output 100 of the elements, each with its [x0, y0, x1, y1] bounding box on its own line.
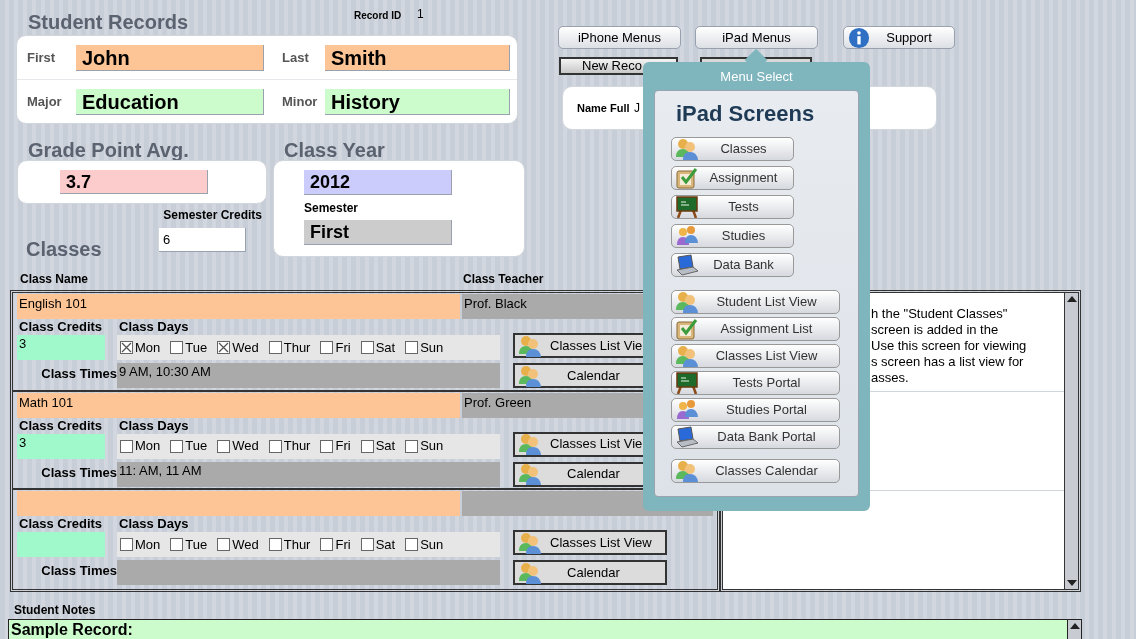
day-checkbox[interactable]: Wed — [217, 436, 259, 456]
field-label: Student Notes — [14, 603, 97, 617]
menu-item[interactable]: Data Bank Portal — [671, 425, 840, 449]
field-label: Class Credits — [18, 319, 104, 335]
name-full-value: J — [634, 100, 640, 117]
menu-item[interactable]: Classes List View — [671, 344, 840, 368]
field-label: Class Credits — [18, 516, 104, 533]
times-field[interactable]: 9 AM, 10:30 AM — [117, 363, 500, 388]
menu-button[interactable]: Support — [843, 26, 955, 49]
credits-field[interactable]: 3 — [17, 335, 105, 360]
menu-button[interactable]: iPad Menus — [695, 26, 818, 49]
credits-field[interactable]: 6 — [159, 228, 246, 252]
record-id-label: Record ID — [354, 10, 403, 23]
people-icon — [674, 138, 700, 160]
day-checkbox[interactable]: Sat — [360, 436, 396, 456]
text-field[interactable]: Smith — [325, 44, 510, 71]
people-icon — [674, 460, 700, 482]
credits-field[interactable] — [17, 532, 105, 558]
class-name-field[interactable] — [17, 491, 460, 517]
section-title: Classes — [26, 238, 102, 260]
info-icon — [848, 26, 870, 49]
menu-item[interactable]: Studies Portal — [671, 398, 840, 422]
people-icon — [674, 345, 700, 367]
day-checkbox[interactable]: Wed — [217, 535, 259, 555]
scroll-up-icon[interactable] — [1069, 623, 1080, 629]
people-icon — [518, 561, 542, 584]
people-icon — [518, 433, 542, 456]
record-id-value: 1 — [417, 7, 424, 23]
field-label: Major — [26, 92, 63, 111]
laptop-icon — [674, 426, 700, 448]
scroll-down-icon[interactable] — [1066, 580, 1077, 586]
menu-item[interactable]: Assignment List — [671, 317, 840, 341]
people-icon — [518, 364, 542, 387]
portal-button[interactable]: Calendar — [513, 560, 667, 586]
field-label: Minor — [281, 92, 319, 111]
text-field[interactable]: History — [325, 88, 510, 115]
times-field[interactable] — [117, 560, 500, 586]
day-checkbox[interactable]: Tue — [170, 337, 208, 358]
text-field[interactable]: John — [76, 44, 264, 71]
day-checkbox[interactable]: Sun — [405, 436, 444, 456]
day-checkbox[interactable]: Sat — [360, 337, 396, 358]
day-checkbox[interactable]: Mon — [120, 436, 161, 456]
class-name-field[interactable]: Math 101 — [17, 392, 460, 418]
menu-item[interactable]: Tests Portal — [671, 371, 840, 395]
day-checkbox[interactable]: Fri — [320, 436, 351, 456]
times-field[interactable]: 11: AM, 11 AM — [117, 461, 500, 487]
semester-field[interactable]: First — [304, 220, 452, 245]
column-header: Class Teacher — [463, 272, 544, 288]
field-label: Last — [281, 48, 310, 67]
students-icon — [674, 399, 700, 421]
menu-button[interactable]: iPhone Menus — [558, 26, 681, 49]
day-checkbox[interactable]: Fri — [320, 337, 351, 358]
menu-item[interactable]: Classes — [671, 137, 794, 161]
year-field[interactable]: 2012 — [304, 170, 452, 195]
day-checkbox[interactable]: Sat — [360, 535, 396, 555]
day-checkbox[interactable]: Fri — [320, 535, 351, 555]
menu-item[interactable]: Classes Calendar — [671, 459, 840, 483]
menu-item[interactable]: Assignment — [671, 166, 794, 190]
people-icon — [674, 291, 700, 313]
gpa-field[interactable]: 3.7 — [60, 170, 208, 194]
class-name-field[interactable]: English 101 — [17, 294, 460, 319]
field-label: Class Times — [40, 464, 117, 481]
chalkboard-icon — [674, 196, 700, 218]
field-label: Class Credits — [18, 417, 104, 434]
column-header: Class Name — [19, 272, 90, 288]
field-label: Semester Credits — [163, 208, 262, 222]
students-icon — [674, 225, 700, 247]
text-field[interactable]: Education — [76, 88, 264, 115]
day-checkbox[interactable]: Sun — [405, 337, 444, 358]
clipboard-check-icon — [674, 318, 700, 340]
field-label: Semester — [304, 201, 360, 215]
menu-item[interactable]: Student List View — [671, 290, 840, 314]
field-label: First — [26, 48, 57, 67]
day-checkbox[interactable]: Wed — [217, 337, 259, 358]
field-label: Class Times — [40, 563, 117, 580]
day-checkbox[interactable]: Thur — [268, 337, 311, 358]
field-label: Class Days — [118, 417, 190, 434]
day-checkbox[interactable]: Tue — [170, 436, 208, 456]
notes-text: Sample Record: — [10, 621, 134, 639]
day-checkbox[interactable]: Mon — [120, 337, 161, 358]
menu-item[interactable]: Data Bank — [671, 253, 794, 277]
menu-item[interactable]: Tests — [671, 195, 794, 219]
field-label: Class Days — [118, 319, 190, 335]
cross-mark-icon — [218, 342, 230, 353]
laptop-icon — [674, 254, 700, 276]
portal-button[interactable]: Classes List View — [513, 530, 667, 556]
day-checkbox[interactable]: Thur — [268, 535, 311, 555]
day-checkbox[interactable]: Tue — [170, 535, 208, 555]
day-checkbox[interactable]: Sun — [405, 535, 444, 555]
credits-field[interactable]: 3 — [17, 433, 105, 459]
clipboard-check-icon — [674, 167, 700, 189]
day-checkbox[interactable]: Thur — [268, 436, 311, 456]
people-icon — [518, 463, 542, 486]
scroll-up-icon[interactable] — [1066, 296, 1077, 302]
field-label: Class Days — [118, 516, 190, 533]
cross-mark-icon — [121, 342, 132, 353]
day-checkbox[interactable]: Mon — [120, 535, 161, 555]
menu-item[interactable]: Studies — [671, 224, 794, 248]
field-label: Name Full — [577, 100, 631, 116]
section-title: Grade Point Avg. — [28, 140, 190, 160]
